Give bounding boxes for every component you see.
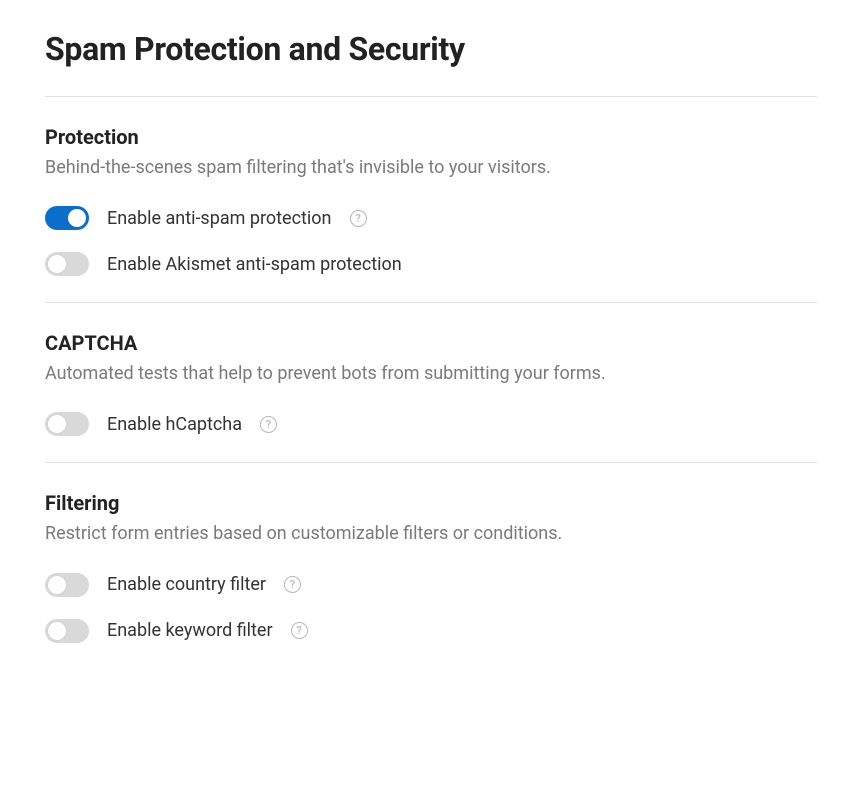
section-captcha: CAPTCHA Automated tests that help to pre… [45,303,817,462]
label-antispam: Enable anti-spam protection [107,208,332,229]
option-country-filter: Enable country filter ? [45,573,817,597]
option-akismet: Enable Akismet anti-spam protection [45,252,817,276]
section-desc-filtering: Restrict form entries based on customiza… [45,521,817,546]
section-title-protection: Protection [45,125,817,149]
section-filtering: Filtering Restrict form entries based on… [45,463,817,668]
label-country-filter: Enable country filter [107,574,266,595]
section-protection: Protection Behind-the-scenes spam filter… [45,97,817,302]
toggle-hcaptcha[interactable] [45,412,89,436]
help-icon[interactable]: ? [260,416,277,433]
option-keyword-filter: Enable keyword filter ? [45,619,817,643]
option-antispam: Enable anti-spam protection ? [45,206,817,230]
section-desc-captcha: Automated tests that help to prevent bot… [45,361,817,386]
label-keyword-filter: Enable keyword filter [107,620,273,641]
page-title: Spam Protection and Security [45,30,817,68]
help-icon[interactable]: ? [284,576,301,593]
label-hcaptcha: Enable hCaptcha [107,414,242,435]
section-title-filtering: Filtering [45,491,817,515]
toggle-keyword-filter[interactable] [45,619,89,643]
section-title-captcha: CAPTCHA [45,331,817,355]
option-hcaptcha: Enable hCaptcha ? [45,412,817,436]
section-desc-protection: Behind-the-scenes spam filtering that's … [45,155,817,180]
toggle-country-filter[interactable] [45,573,89,597]
help-icon[interactable]: ? [350,210,367,227]
help-icon[interactable]: ? [291,622,308,639]
settings-page: Spam Protection and Security Protection … [0,0,857,699]
toggle-akismet[interactable] [45,252,89,276]
label-akismet: Enable Akismet anti-spam protection [107,254,402,275]
toggle-antispam[interactable] [45,206,89,230]
